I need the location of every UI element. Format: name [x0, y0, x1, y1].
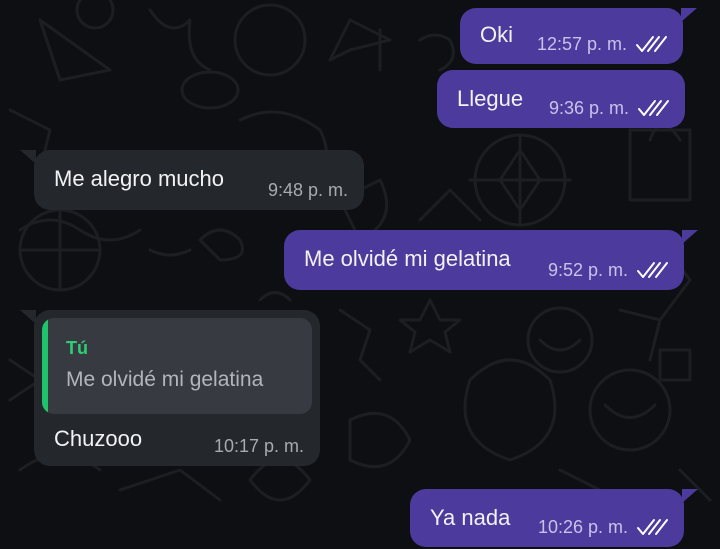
quote-author: Tú — [66, 338, 88, 358]
message-text: Llegue — [457, 86, 524, 111]
message-incoming-reply[interactable]: Tú Me olvidé mi gelatina Chuzooo 10:17 p… — [20, 310, 320, 466]
message-text: Me alegro mucho — [54, 166, 224, 191]
message-incoming[interactable]: Me alegro mucho 9:48 p. m. — [20, 150, 364, 210]
message-outgoing[interactable]: Oki 12:57 p. m. — [460, 8, 697, 64]
quote-text: Me olvidé mi gelatina — [66, 368, 264, 391]
message-text: Oki — [480, 22, 513, 47]
message-time: 12:57 p. m. — [536, 34, 627, 54]
message-text: Me olvidé mi gelatina — [304, 246, 511, 271]
message-text: Ya nada — [430, 505, 511, 530]
message-list[interactable]: Oki 12:57 p. m. Llegue 9:36 p. m. Me ale… — [0, 0, 720, 549]
message-meta: 12:57 p. m. — [537, 34, 669, 54]
message-outgoing[interactable]: Llegue 9:36 p. m. — [437, 70, 685, 128]
read-double-check-icon — [637, 262, 668, 278]
message-time: 9:48 p. m. — [267, 180, 348, 200]
message-meta: 9:48 p. m. — [268, 180, 348, 200]
read-double-check-icon — [636, 36, 667, 52]
message-time: 9:36 p. m. — [548, 98, 629, 118]
read-double-check-icon — [637, 519, 668, 535]
message-outgoing[interactable]: Ya nada 10:26 p. m. — [410, 489, 698, 547]
message-meta: 9:52 p. m. — [548, 260, 670, 280]
message-text: Chuzooo — [54, 426, 143, 451]
message-meta: 10:26 p. m. — [538, 517, 670, 537]
message-meta: 10:17 p. m. — [214, 436, 304, 456]
quoted-message[interactable]: Tú Me olvidé mi gelatina — [42, 318, 312, 414]
message-meta: 9:36 p. m. — [549, 98, 671, 118]
read-double-check-icon — [638, 100, 669, 116]
message-time: 10:26 p. m. — [537, 517, 628, 537]
message-time: 9:52 p. m. — [547, 260, 628, 280]
quote-accent-bar — [42, 318, 48, 414]
message-outgoing[interactable]: Me olvidé mi gelatina 9:52 p. m. — [284, 230, 698, 290]
message-time: 10:17 p. m. — [213, 436, 304, 456]
